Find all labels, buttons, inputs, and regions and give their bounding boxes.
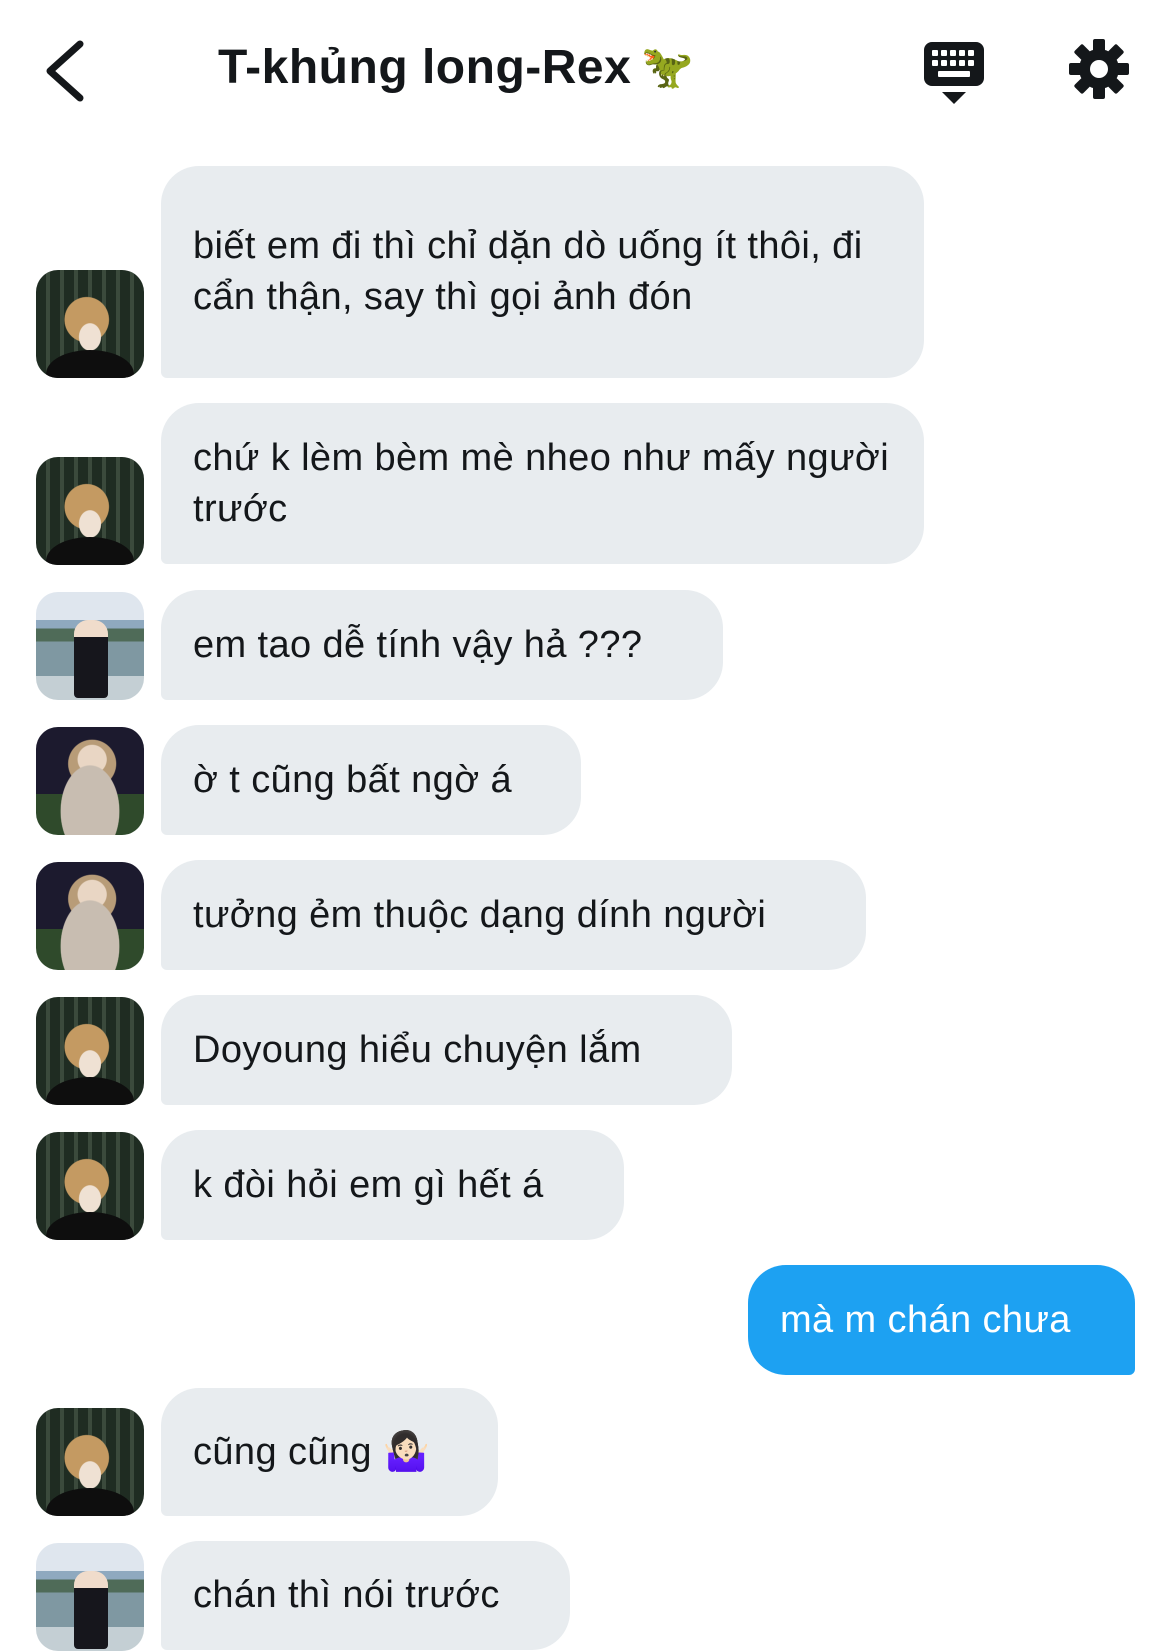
message-text: Doyoung hiểu chuyện lắm bbox=[193, 1028, 642, 1071]
message-text: mà m chán chưa bbox=[780, 1298, 1071, 1341]
message-text: chứ k lèm bèm mè nheo như mấy người trướ… bbox=[193, 436, 890, 530]
message-text: cũng cũng 🤷🏻‍♀️ bbox=[193, 1430, 431, 1473]
message-bubble[interactable]: ờ t cũng bất ngờ á bbox=[161, 725, 581, 835]
avatar[interactable] bbox=[36, 270, 144, 378]
avatar[interactable] bbox=[36, 997, 144, 1105]
message-bubble[interactable]: Doyoung hiểu chuyện lắm bbox=[161, 995, 732, 1105]
message-text: ờ t cũng bất ngờ á bbox=[193, 758, 513, 801]
message-text: k đòi hỏi em gì hết á bbox=[193, 1163, 544, 1206]
message-text: chán thì nói trước bbox=[193, 1574, 500, 1616]
message-text: tưởng ẻm thuộc dạng dính người bbox=[193, 893, 767, 936]
message-bubble[interactable]: chán thì nói trước bbox=[161, 1541, 570, 1650]
message-bubble[interactable]: cũng cũng 🤷🏻‍♀️ bbox=[161, 1388, 498, 1516]
avatar[interactable] bbox=[36, 1132, 144, 1240]
message-text: em tao dễ tính vậy hả ??? bbox=[193, 623, 643, 666]
avatar[interactable] bbox=[36, 1408, 144, 1516]
message-bubble[interactable]: chứ k lèm bèm mè nheo như mấy người trướ… bbox=[161, 403, 924, 564]
avatar[interactable] bbox=[36, 862, 144, 970]
avatar[interactable] bbox=[36, 1543, 144, 1651]
avatar[interactable] bbox=[36, 592, 144, 700]
avatar[interactable] bbox=[36, 727, 144, 835]
message-bubble[interactable]: k đòi hỏi em gì hết á bbox=[161, 1130, 624, 1240]
message-bubble[interactable]: em tao dễ tính vậy hả ??? bbox=[161, 590, 723, 700]
avatar[interactable] bbox=[36, 457, 144, 565]
message-bubble[interactable]: tưởng ẻm thuộc dạng dính người bbox=[161, 860, 866, 970]
message-list[interactable]: biết em đi thì chỉ dặn dò uống ít thôi, … bbox=[0, 0, 1170, 1651]
message-bubble[interactable]: biết em đi thì chỉ dặn dò uống ít thôi, … bbox=[161, 166, 924, 378]
message-text: biết em đi thì chỉ dặn dò uống ít thôi, … bbox=[193, 225, 863, 318]
sent-message-bubble[interactable]: mà m chán chưa bbox=[748, 1265, 1135, 1375]
